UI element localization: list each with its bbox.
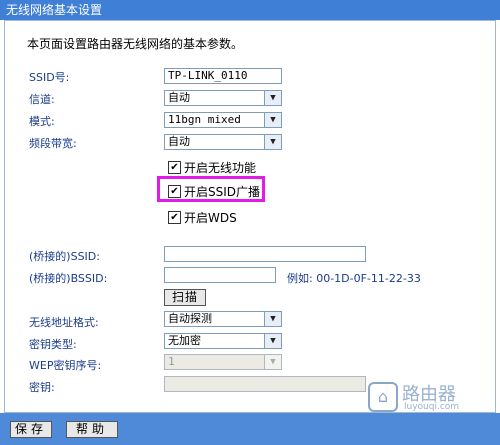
bridged-bssid-input[interactable] <box>164 267 276 283</box>
save-button[interactable]: 保存 <box>10 421 52 438</box>
bandwidth-label: 频段带宽: <box>29 137 77 150</box>
chevron-down-icon: ▼ <box>264 135 281 149</box>
wds-checkbox[interactable]: ✔ <box>168 211 181 224</box>
page-description: 本页面设置路由器无线网络的基本参数。 <box>27 37 244 51</box>
watermark-url: luyouqi.com <box>404 402 460 412</box>
mode-label: 模式: <box>29 115 55 128</box>
mac-format-value: 自动探测 <box>168 312 212 325</box>
wep-index-select[interactable]: 1 ▼ <box>164 354 282 370</box>
key-type-value: 无加密 <box>168 334 201 347</box>
mac-format-label: 无线地址格式: <box>29 316 99 329</box>
key-label: 密钥: <box>29 381 55 394</box>
wds-row[interactable]: ✔ 开启WDS <box>168 209 237 226</box>
chevron-down-icon: ▼ <box>264 113 281 127</box>
ssid-input[interactable]: TP-LINK_0110 <box>164 68 282 84</box>
channel-value: 自动 <box>168 91 190 104</box>
enable-wireless-label: 开启无线功能 <box>184 161 257 175</box>
highlight-box <box>157 176 265 202</box>
key-type-select[interactable]: 无加密 ▼ <box>164 333 282 349</box>
ssid-label: SSID号: <box>29 71 70 84</box>
bridged-bssid-label: (桥接的)BSSID: <box>29 272 108 285</box>
bridged-ssid-label: (桥接的)SSID: <box>29 250 100 263</box>
channel-select[interactable]: 自动 ▼ <box>164 90 282 106</box>
chevron-down-icon: ▼ <box>264 334 281 348</box>
mode-value: 11bgn mixed <box>168 113 241 126</box>
mode-select[interactable]: 11bgn mixed ▼ <box>164 112 282 128</box>
watermark-logo: ⌂ 路由器 luyouqi.com <box>368 380 496 414</box>
chevron-down-icon: ▼ <box>264 91 281 105</box>
wds-label: 开启WDS <box>184 211 237 225</box>
enable-wireless-row[interactable]: ✔ 开启无线功能 <box>168 159 256 176</box>
chevron-down-icon: ▼ <box>264 355 281 369</box>
bandwidth-value: 自动 <box>168 135 190 148</box>
page-title: 无线网络基本设置 <box>0 0 500 20</box>
key-type-label: 密钥类型: <box>29 338 77 351</box>
bssid-example: 例如: 00-1D-0F-11-22-33 <box>287 272 421 285</box>
settings-panel: 本页面设置路由器无线网络的基本参数。 SSID号: TP-LINK_0110 信… <box>4 20 496 413</box>
help-button[interactable]: 帮助 <box>66 421 118 438</box>
ssid-value: TP-LINK_0110 <box>168 69 248 82</box>
mac-format-select[interactable]: 自动探测 ▼ <box>164 311 282 327</box>
chevron-down-icon: ▼ <box>264 312 281 326</box>
key-input[interactable] <box>164 376 366 392</box>
channel-label: 信道: <box>29 93 55 106</box>
wep-index-label: WEP密钥序号: <box>29 359 102 372</box>
footer-bar: 保存 帮助 <box>0 413 500 445</box>
bridged-ssid-input[interactable] <box>164 246 366 262</box>
scan-button[interactable]: 扫描 <box>164 289 206 306</box>
enable-wireless-checkbox[interactable]: ✔ <box>168 161 181 174</box>
bandwidth-select[interactable]: 自动 ▼ <box>164 134 282 150</box>
wep-index-value: 1 <box>168 355 175 368</box>
router-icon: ⌂ <box>368 382 398 412</box>
